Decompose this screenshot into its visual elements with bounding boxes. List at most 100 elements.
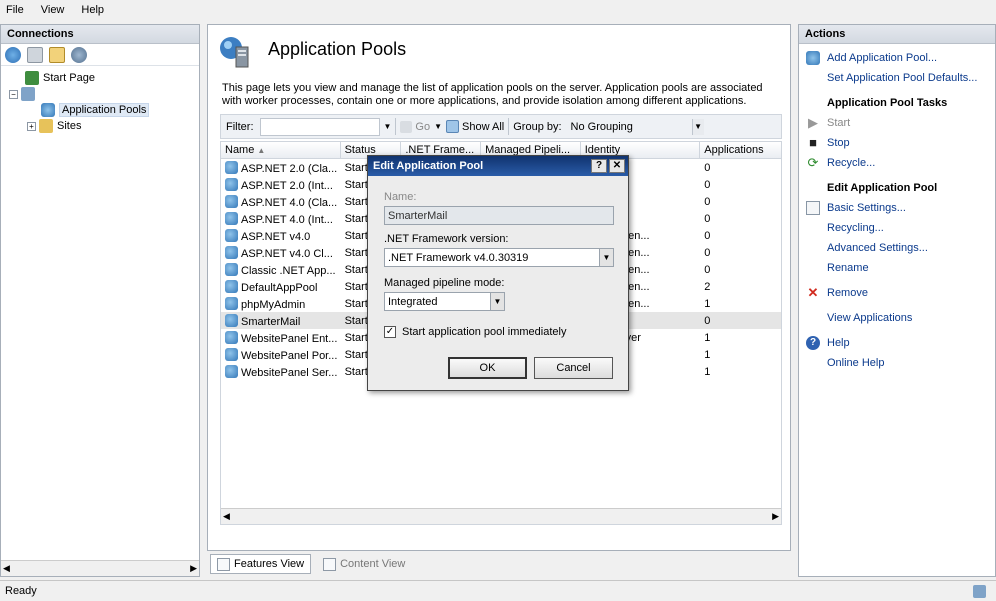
remove-x-icon: ✕	[807, 285, 819, 300]
tab-content-view[interactable]: Content View	[317, 554, 411, 574]
tree-sites[interactable]: + Sites	[1, 118, 199, 134]
sites-expand-icon[interactable]: +	[27, 121, 36, 131]
tree-start-page[interactable]: Start Page	[1, 70, 199, 86]
group-by-value: No Grouping	[570, 120, 633, 133]
app-pool-icon	[225, 330, 238, 344]
connections-tree: Start Page − Application Pools + Sites	[1, 66, 199, 134]
group-by-select[interactable]: No Grouping ▼	[568, 118, 704, 136]
table-cell: WebsitePanel Ent...	[221, 330, 341, 345]
go-dropdown-icon[interactable]: ▼	[434, 122, 442, 131]
dialog-title: Edit Application Pool	[373, 160, 484, 172]
start-immediately-checkbox[interactable]: ✓ Start application pool immediately	[384, 326, 566, 338]
table-cell: 0	[704, 195, 711, 208]
tree-app-pools-label: Application Pools	[59, 103, 150, 117]
action-basic-settings[interactable]: Basic Settings...	[799, 198, 995, 218]
action-help[interactable]: ? Help	[799, 333, 995, 353]
action-view-apps[interactable]: View Applications	[799, 308, 995, 328]
table-cell: 0	[704, 246, 711, 259]
add-pool-icon	[806, 51, 820, 65]
action-set-defaults[interactable]: Set Application Pool Defaults...	[799, 68, 995, 88]
connections-toolbar	[1, 44, 199, 66]
table-scrollbar[interactable]: ◀ ▶	[221, 508, 781, 524]
scroll-left-icon[interactable]: ◀	[3, 563, 10, 574]
col-name-label: Name	[225, 144, 255, 156]
action-online-help[interactable]: Online Help	[799, 353, 995, 373]
framework-select[interactable]: .NET Framework v4.0.30319 ▼	[384, 248, 614, 267]
filter-input[interactable]	[259, 117, 380, 136]
tree-app-pools[interactable]: Application Pools	[1, 102, 199, 118]
tree-server[interactable]: −	[1, 86, 199, 102]
settings-page-icon	[806, 201, 820, 215]
connect-globe-icon[interactable]	[5, 46, 21, 63]
action-recycle[interactable]: ⟳ Recycle...	[799, 153, 995, 173]
save-icon[interactable]	[27, 46, 43, 63]
connections-scrollbar[interactable]: ◀ ▶	[1, 560, 199, 576]
menu-view[interactable]: View	[41, 4, 65, 16]
table-cell: WebsitePanel Por...	[221, 347, 341, 362]
app-pool-icon	[225, 160, 238, 174]
checkbox-check-icon[interactable]: ✓	[384, 326, 396, 338]
pool-name: WebsitePanel Ent...	[241, 332, 338, 345]
action-advanced-settings[interactable]: Advanced Settings...	[799, 238, 995, 258]
action-stop-label: Stop	[827, 137, 850, 149]
col-applications[interactable]: Applications	[700, 142, 781, 158]
dialog-close-button[interactable]: ✕	[609, 159, 625, 173]
ok-button[interactable]: OK	[448, 357, 527, 379]
table-cell: 1	[704, 365, 711, 378]
scroll-right-icon[interactable]: ▶	[190, 563, 197, 574]
tab-features-view[interactable]: Features View	[210, 554, 312, 574]
app-pool-icon	[225, 245, 238, 259]
action-recycling-label: Recycling...	[827, 222, 884, 234]
page-title: Application Pools	[268, 39, 407, 59]
action-rename[interactable]: Rename	[799, 258, 995, 278]
go-label: Go	[415, 120, 431, 133]
action-recycle-label: Recycle...	[827, 157, 876, 169]
table-cell: ASP.NET 4.0 (Cla...	[221, 194, 341, 209]
actions-panel: Actions Add Application Pool... Set Appl…	[798, 24, 996, 577]
action-remove[interactable]: ✕ Remove	[799, 283, 995, 303]
go-button[interactable]: Go	[400, 120, 431, 133]
connections-panel: Connections Start Page − Application Poo…	[0, 24, 200, 577]
pool-name: DefaultAppPool	[241, 281, 318, 294]
pool-name: ASP.NET 4.0 (Cla...	[241, 196, 338, 209]
action-help-label: Help	[827, 337, 850, 349]
server-collapse-icon[interactable]: −	[9, 89, 18, 99]
table-cell: 1	[704, 297, 711, 310]
actions-title: Actions	[799, 25, 995, 44]
action-start[interactable]: ▶ Start	[799, 113, 995, 133]
server-icon	[21, 87, 35, 101]
framework-value: .NET Framework v4.0.30319	[388, 251, 529, 264]
scroll-right-icon[interactable]: ▶	[772, 511, 779, 522]
show-all-button[interactable]: Show All	[446, 120, 504, 133]
action-add-pool[interactable]: Add Application Pool...	[799, 48, 995, 68]
cancel-button[interactable]: Cancel	[534, 357, 613, 379]
action-basic-settings-label: Basic Settings...	[827, 202, 906, 214]
action-stop[interactable]: ■ Stop	[799, 133, 995, 153]
dialog-help-button[interactable]: ?	[591, 159, 607, 173]
filter-dropdown-icon[interactable]: ▼	[384, 122, 392, 131]
name-field[interactable]: SmarterMail	[384, 206, 614, 225]
action-recycling[interactable]: Recycling...	[799, 218, 995, 238]
menu-file[interactable]: File	[6, 4, 24, 16]
dialog-title-bar[interactable]: Edit Application Pool ? ✕	[368, 156, 628, 176]
app-pool-icon	[225, 177, 238, 191]
pipeline-select[interactable]: Integrated ▼	[384, 292, 505, 311]
pipeline-label: Managed pipeline mode:	[384, 277, 505, 289]
menu-help[interactable]: Help	[81, 4, 104, 16]
edit-header: Edit Application Pool	[827, 182, 938, 194]
up-folder-icon[interactable]	[49, 46, 65, 63]
app-pool-icon	[225, 364, 238, 378]
disconnect-icon[interactable]	[71, 46, 87, 63]
status-bar: Ready	[0, 580, 996, 601]
table-cell: WebsitePanel Ser...	[221, 364, 341, 379]
table-cell: 0	[704, 212, 711, 225]
chevron-down-icon: ▼	[490, 293, 504, 310]
sort-asc-icon: ▲	[257, 146, 266, 155]
scroll-left-icon[interactable]: ◀	[223, 511, 230, 522]
col-name[interactable]: Name ▲	[221, 142, 341, 158]
table-cell: 0	[704, 161, 711, 174]
menu-bar: File View Help	[0, 0, 996, 20]
action-view-apps-label: View Applications	[827, 312, 913, 324]
app-pool-icon	[225, 228, 238, 242]
table-cell: ASP.NET 4.0 (Int...	[221, 211, 341, 226]
